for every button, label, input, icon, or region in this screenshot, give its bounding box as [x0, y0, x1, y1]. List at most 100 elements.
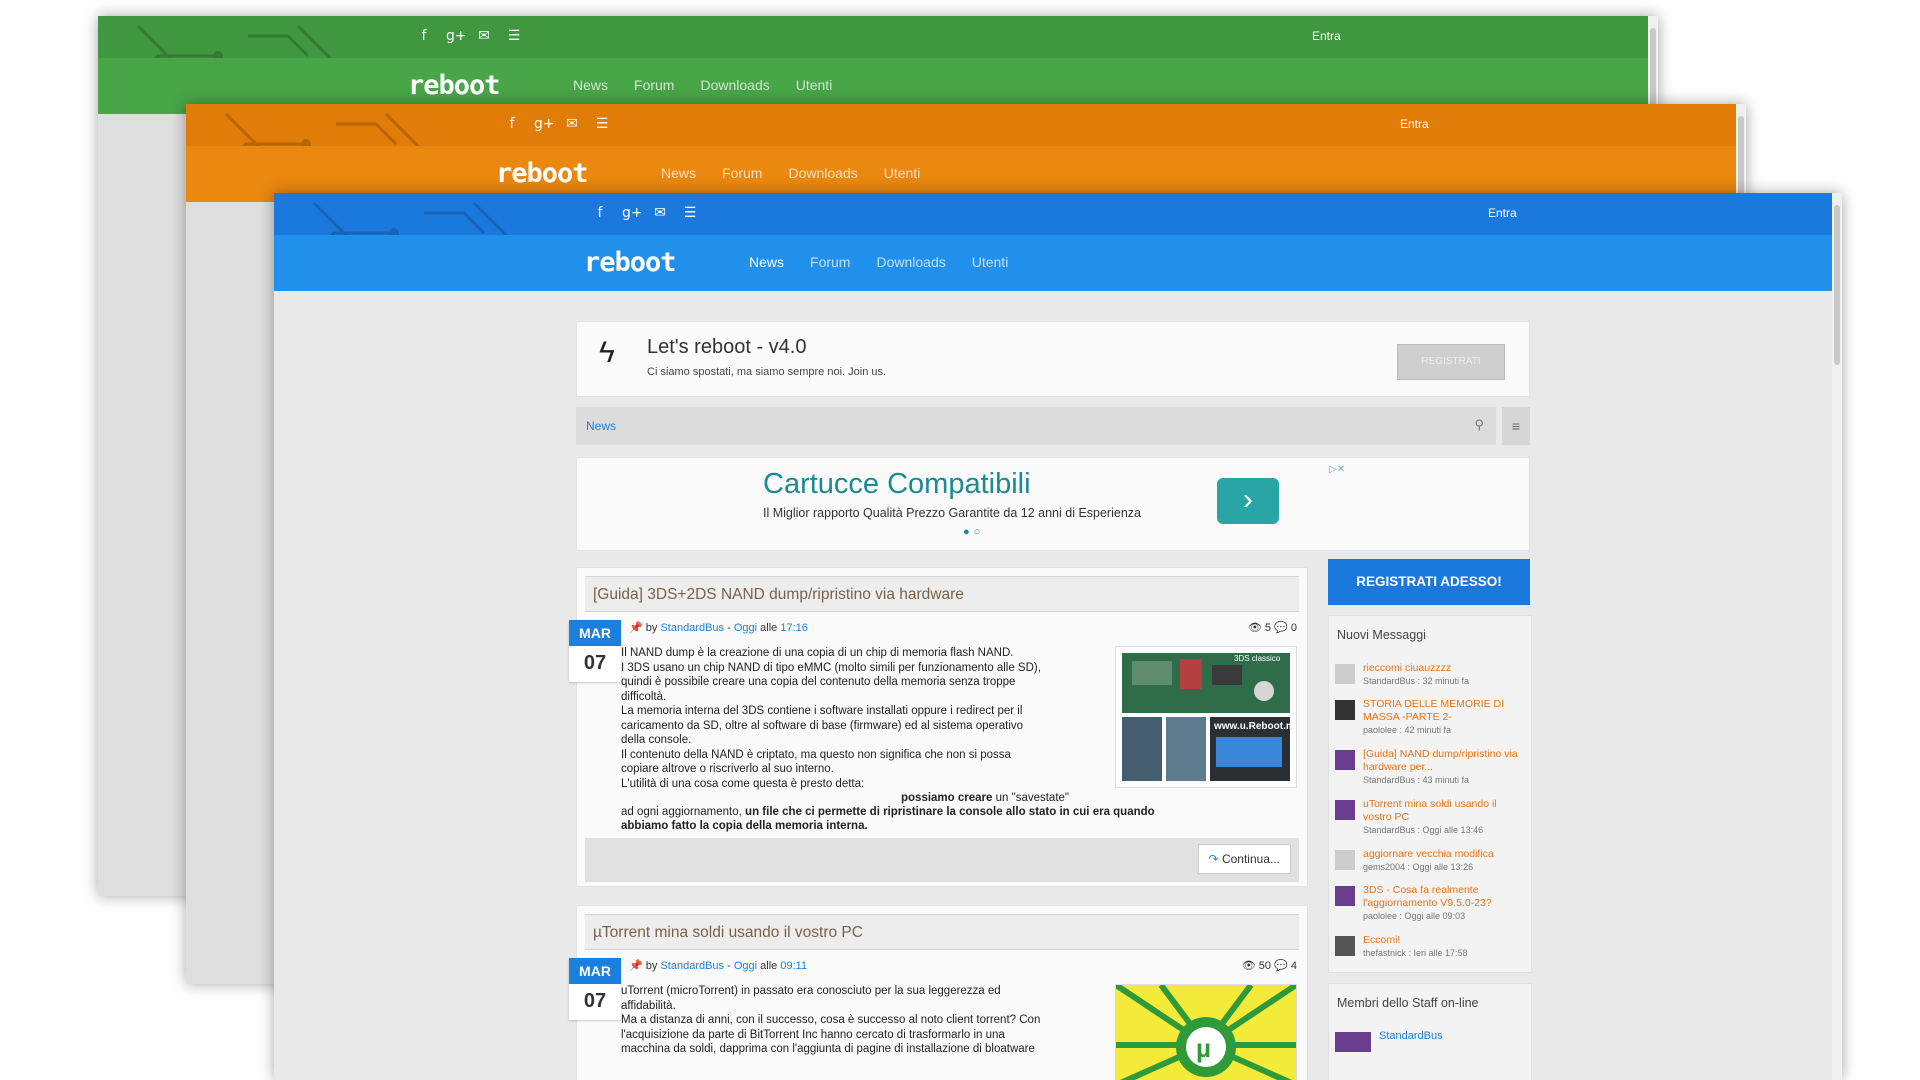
social-links: f g+ ✉ ☰	[416, 28, 522, 44]
post-title[interactable]: [Guida] 3DS+2DS NAND dump/ripristino via…	[593, 586, 964, 604]
google-plus-icon[interactable]: g+	[622, 205, 643, 221]
author-link[interactable]: StandardBus	[660, 622, 724, 634]
message-item[interactable]: Eccomi! thefastnick : Ieri alle 17:58	[1335, 934, 1525, 964]
news-post: µTorrent mina soldi usando il vostro PC …	[569, 905, 1308, 1080]
facebook-icon[interactable]: f	[592, 205, 608, 221]
post-meta: 📌 by StandardBus - Oggi alle 17:16	[629, 622, 808, 634]
welcome-banner: ϟ Let's reboot - v4.0 Ci siamo spostati,…	[576, 321, 1530, 397]
browser-window-blue: f g+ ✉ ☰ Entra reboot News Forum Downloa…	[274, 193, 1842, 1080]
nav-forum[interactable]: Forum	[634, 77, 674, 93]
message-title[interactable]: rieccomi ciuauzzzz	[1363, 662, 1523, 675]
message-item[interactable]: rieccomi ciuauzzzz StandardBus : 32 minu…	[1335, 662, 1525, 692]
time-link[interactable]: 17:16	[780, 622, 808, 634]
continue-button[interactable]: ↷ Continua...	[1197, 844, 1291, 874]
post-title[interactable]: µTorrent mina soldi usando il vostro PC	[593, 924, 863, 942]
login-link[interactable]: Entra	[1312, 29, 1341, 43]
breadcrumb-news[interactable]: News	[586, 419, 616, 433]
top-bar: f g+ ✉ ☰ Entra	[186, 104, 1746, 196]
facebook-icon[interactable]: f	[504, 116, 520, 132]
register-button[interactable]: REGISTRATI	[1397, 344, 1505, 380]
post-thumbnail[interactable]: 3DS classico www.u.Reboot.ms	[1115, 646, 1301, 788]
login-link[interactable]: Entra	[1400, 117, 1429, 131]
rss-icon[interactable]: ☰	[682, 205, 698, 221]
nav-forum[interactable]: Forum	[722, 165, 762, 181]
ad-title[interactable]: Cartucce Compatibili	[763, 468, 1031, 501]
top-bar: f g+ ✉ ☰ Entra	[274, 193, 1842, 285]
nav-news[interactable]: News	[661, 165, 696, 181]
avatar	[1335, 750, 1355, 770]
message-item[interactable]: [Guida] NAND dump/ripristino via hardwar…	[1335, 748, 1525, 792]
message-item[interactable]: aggiornare vecchia modifica gems2004 : O…	[1335, 848, 1525, 878]
message-title[interactable]: [Guida] NAND dump/ripristino via hardwar…	[1363, 748, 1523, 773]
nav-news[interactable]: News	[749, 254, 784, 270]
date-month: MAR	[569, 958, 621, 984]
post-thumbnail[interactable]: µ	[1114, 982, 1298, 1080]
post-body: Il NAND dump è la creazione di una copia…	[621, 647, 1041, 790]
scrollbar[interactable]	[1832, 193, 1842, 1080]
nav-bar: reboot News Forum Downloads Utenti	[274, 235, 1842, 291]
message-title[interactable]: STORIA DELLE MEMORIE DI MASSA -PARTE 2-	[1363, 698, 1523, 723]
nav-news[interactable]: News	[573, 77, 608, 93]
site-logo[interactable]: reboot	[408, 70, 501, 101]
date-badge: MAR 07	[569, 958, 621, 1020]
message-title[interactable]: uTorrent mina soldi usando il vostro PC	[1363, 798, 1523, 823]
nav-utenti[interactable]: Utenti	[884, 165, 921, 181]
message-sub: gems2004 : Oggi alle 13:26	[1363, 862, 1474, 872]
utorrent-logo-image: µ	[1114, 982, 1298, 1080]
avatar	[1335, 800, 1355, 820]
rss-icon[interactable]: ☰	[594, 116, 610, 132]
ad-banner[interactable]: Cartucce Compatibili Il Miglior rapporto…	[576, 457, 1530, 551]
bolt-icon: ϟ	[599, 336, 615, 369]
date-link[interactable]: Oggi	[734, 960, 757, 972]
mail-icon[interactable]: ✉	[476, 28, 492, 44]
site-logo[interactable]: reboot	[584, 247, 677, 278]
post-stats: 👁 50 💬 4	[1242, 959, 1297, 972]
ad-close-icon[interactable]: ▷✕	[1329, 464, 1345, 475]
message-item[interactable]: STORIA DELLE MEMORIE DI MASSA -PARTE 2- …	[1335, 698, 1525, 742]
message-sub: paololee : 42 minuti fa	[1363, 725, 1452, 735]
nav-utenti[interactable]: Utenti	[796, 77, 833, 93]
author-link[interactable]: StandardBus	[660, 960, 724, 972]
social-links: f g+ ✉ ☰	[592, 205, 698, 221]
register-now-button[interactable]: REGISTRATI ADESSO!	[1328, 559, 1530, 605]
facebook-icon[interactable]: f	[416, 28, 432, 44]
ad-subtitle: Il Miglior rapporto Qualità Prezzo Garan…	[763, 506, 1141, 520]
message-title[interactable]: Eccomi!	[1363, 934, 1523, 947]
circuit-board-image: 3DS classico www.u.Reboot.ms	[1122, 653, 1301, 781]
nav-downloads[interactable]: Downloads	[876, 254, 945, 270]
google-plus-icon[interactable]: g+	[446, 28, 467, 44]
nav-utenti[interactable]: Utenti	[972, 254, 1009, 270]
nav-downloads[interactable]: Downloads	[700, 77, 769, 93]
menu-icon[interactable]: ≡	[1502, 407, 1530, 445]
svg-text:µ: µ	[1196, 1033, 1211, 1063]
staff-member-name[interactable]: StandardBus	[1379, 1030, 1539, 1043]
message-sub: StandardBus : 43 minuti fa	[1363, 775, 1470, 785]
date-day: 07	[583, 652, 607, 674]
login-link[interactable]: Entra	[1488, 206, 1517, 220]
time-link[interactable]: 09:11	[780, 960, 807, 972]
views-count: 5	[1264, 622, 1272, 634]
comments-icon: 💬	[1274, 622, 1288, 634]
welcome-title: Let's reboot - v4.0	[647, 336, 807, 358]
message-item[interactable]: uTorrent mina soldi usando il vostro PC …	[1335, 798, 1525, 842]
avatar	[1335, 700, 1355, 720]
pinned-icon: 📌	[629, 960, 643, 972]
message-title[interactable]: 3DS - Cosa fa realmente l'aggiornamento …	[1363, 884, 1523, 909]
staff-member[interactable]: StandardBus	[1335, 1030, 1525, 1060]
message-item[interactable]: 3DS - Cosa fa realmente l'aggiornamento …	[1335, 884, 1525, 928]
post-footer: ↷ Continua...	[585, 838, 1299, 882]
nav-forum[interactable]: Forum	[810, 254, 850, 270]
google-plus-icon[interactable]: g+	[534, 116, 555, 132]
message-sub: StandardBus : 32 minuti fa	[1363, 676, 1470, 686]
message-title[interactable]: aggiornare vecchia modifica	[1363, 848, 1523, 861]
ad-pager-dots[interactable]: ●○	[963, 526, 984, 538]
date-link[interactable]: Oggi	[734, 622, 757, 634]
mail-icon[interactable]: ✉	[652, 205, 668, 221]
post-meta: 📌 by StandardBus - Oggi alle 09:11	[629, 960, 808, 972]
site-logo[interactable]: reboot	[496, 158, 589, 189]
nav-downloads[interactable]: Downloads	[788, 165, 857, 181]
mail-icon[interactable]: ✉	[564, 116, 580, 132]
ad-arrow-icon[interactable]: ›	[1217, 478, 1279, 524]
message-sub: paololee : Oggi alle 09:03	[1363, 911, 1466, 921]
rss-icon[interactable]: ☰	[506, 28, 522, 44]
